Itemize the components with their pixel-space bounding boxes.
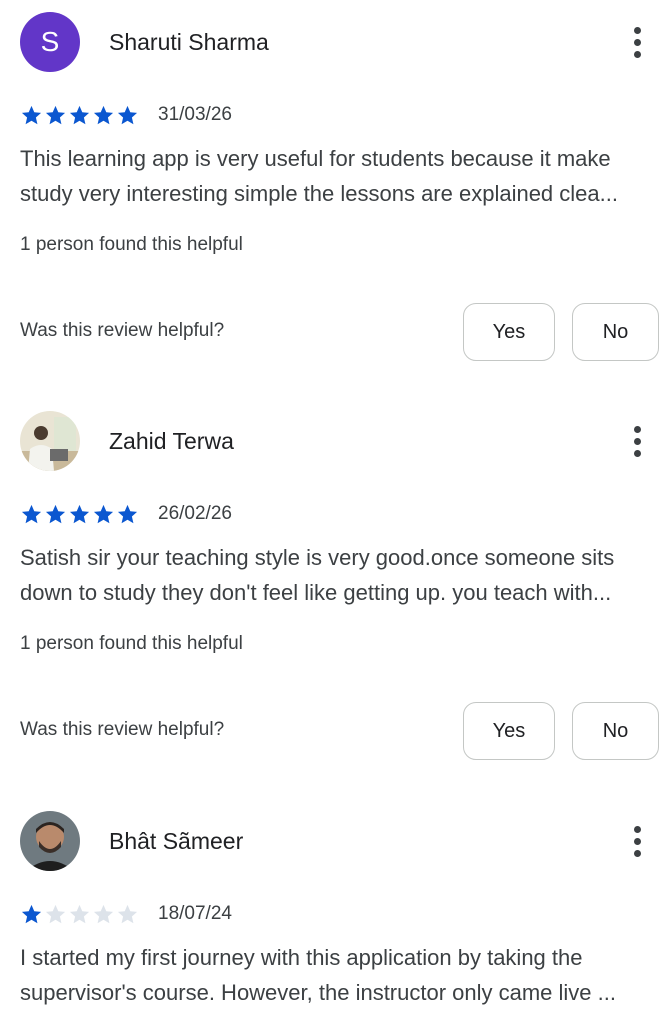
- review-date: 31/03/26: [158, 104, 232, 125]
- star-empty-icon: [93, 904, 114, 924]
- star-filled-icon: [45, 504, 66, 524]
- review-date: 18/07/24: [158, 903, 232, 924]
- helpful-count: 1 person found this helpful: [20, 234, 243, 255]
- star-filled-icon: [93, 105, 114, 125]
- star-filled-icon: [69, 504, 90, 524]
- review-text-line: This learning app is very useful for stu…: [20, 146, 611, 171]
- review-date: 26/02/26: [158, 503, 232, 524]
- no-button[interactable]: No: [572, 303, 659, 361]
- review-text[interactable]: Satish sir your teaching style is very g…: [20, 540, 660, 610]
- more-options-icon[interactable]: [620, 421, 654, 461]
- star-filled-icon: [21, 504, 42, 524]
- review-text-line: supervisor's course. However, the instru…: [20, 980, 616, 1005]
- helpful-count: 1 person found this helpful: [20, 633, 243, 654]
- star-empty-icon: [69, 904, 90, 924]
- helpful-question: Was this review helpful?: [20, 719, 225, 740]
- avatar[interactable]: [20, 411, 80, 471]
- review-text-line: study very interesting simple the lesson…: [20, 181, 618, 206]
- helpful-question: Was this review helpful?: [20, 320, 225, 341]
- star-filled-icon: [93, 504, 114, 524]
- reviewer-name: Zahid Terwa: [109, 428, 234, 454]
- review-text[interactable]: I started my first journey with this app…: [20, 940, 660, 1010]
- star-empty-icon: [45, 904, 66, 924]
- avatar[interactable]: S: [20, 12, 80, 72]
- star-rating: [20, 903, 139, 925]
- star-filled-icon: [117, 504, 138, 524]
- more-options-icon[interactable]: [620, 22, 654, 62]
- star-filled-icon: [69, 105, 90, 125]
- avatar[interactable]: [20, 811, 80, 871]
- star-filled-icon: [21, 105, 42, 125]
- reviewer-name: Sharuti Sharma: [109, 29, 269, 55]
- review-text-line: Satish sir your teaching style is very g…: [20, 545, 615, 570]
- reviewer-name: Bhât Sãmeer: [109, 828, 244, 854]
- star-filled-icon: [45, 105, 66, 125]
- review-text-line: down to study they don't feel like getti…: [20, 580, 612, 605]
- yes-button[interactable]: Yes: [463, 702, 555, 760]
- review-text-line: I started my first journey with this app…: [20, 945, 583, 970]
- star-rating: [20, 104, 139, 126]
- star-empty-icon: [117, 904, 138, 924]
- no-button[interactable]: No: [572, 702, 659, 760]
- review-text[interactable]: This learning app is very useful for stu…: [20, 141, 660, 211]
- star-rating: [20, 503, 139, 525]
- yes-button[interactable]: Yes: [463, 303, 555, 361]
- star-filled-icon: [21, 904, 42, 924]
- star-filled-icon: [117, 105, 138, 125]
- more-options-icon[interactable]: [620, 821, 654, 861]
